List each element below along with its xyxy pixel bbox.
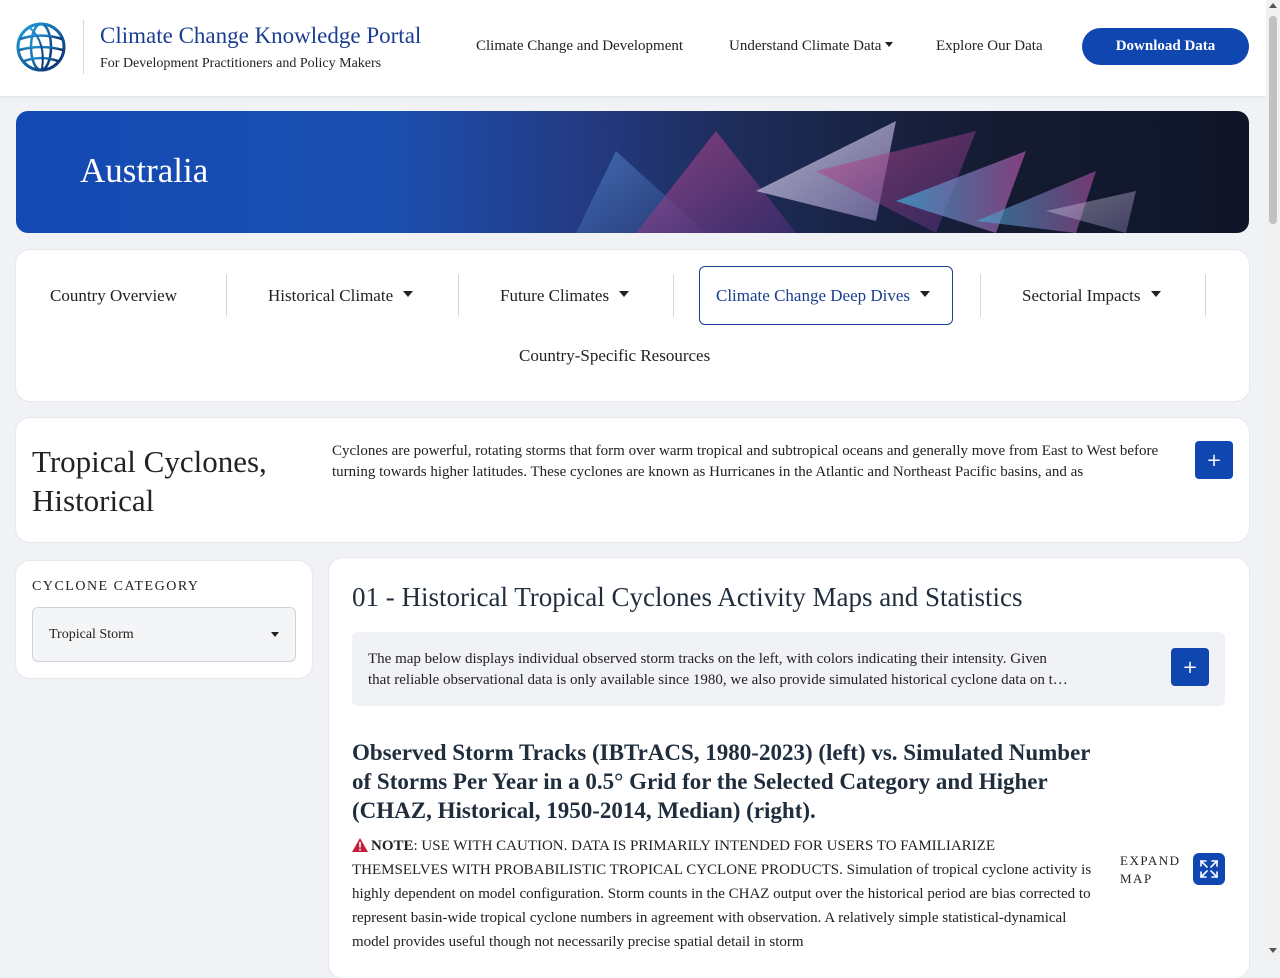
- tab-label: Country Overview: [50, 286, 178, 305]
- nav-label: Climate Change and Development: [476, 38, 684, 54]
- tab-divider: [226, 274, 227, 317]
- scroll-up-arrow-icon[interactable]: [1269, 3, 1277, 8]
- info-line: The map below displays individual observ…: [368, 651, 1047, 667]
- country-title: Australia: [80, 151, 209, 190]
- site-header: Climate Change Knowledge Portal For Deve…: [0, 0, 1266, 96]
- site-title[interactable]: Climate Change Knowledge Portal: [100, 23, 421, 49]
- caret-down-icon: [885, 42, 894, 48]
- expand-map-label[interactable]: EXPAND MAP: [1120, 852, 1180, 888]
- intro-description: Cyclones are powerful, rotating storms t…: [332, 443, 1159, 480]
- plus-icon: +: [1206, 449, 1222, 471]
- caret-down-icon: [1150, 291, 1161, 297]
- map-subheading: Observed Storm Tracks (IBTrACS, 1980-202…: [352, 740, 1091, 823]
- tab-label: Country-Specific Resources: [519, 346, 711, 365]
- caret-down-icon: [403, 291, 414, 297]
- select-value: Tropical Storm: [49, 627, 134, 642]
- tab-label: Sectorial Impacts: [1022, 286, 1141, 305]
- download-data-button[interactable]: Download Data: [1082, 28, 1249, 65]
- page-scrollbar[interactable]: [1266, 0, 1280, 960]
- nav-label: Understand Climate Data: [729, 38, 882, 54]
- tab-label: Climate Change Deep Dives: [716, 286, 911, 305]
- tab-country-specific-resources[interactable]: Country-Specific Resources: [519, 346, 710, 366]
- cyclone-category-filter-card: CYCLONE CATEGORY Tropical Storm: [16, 561, 312, 678]
- logo-divider: [83, 20, 84, 74]
- section-info-text: The map below displays individual observ…: [368, 649, 1120, 691]
- info-line: that reliable observational data is only…: [368, 672, 1068, 688]
- activity-maps-card: 01 - Historical Tropical Cyclones Activi…: [329, 558, 1249, 978]
- cyclone-category-select[interactable]: Tropical Storm: [32, 607, 296, 662]
- nav-understand-climate-data[interactable]: Understand Climate Data: [729, 38, 894, 55]
- tab-divider: [673, 274, 674, 317]
- plus-icon: +: [1182, 656, 1198, 678]
- page-title: Tropical Cyclones, Historical: [32, 444, 267, 518]
- nav-climate-change-development[interactable]: Climate Change and Development: [476, 38, 683, 55]
- tab-divider: [458, 274, 459, 317]
- caret-down-icon: [271, 632, 279, 637]
- topic-intro-card: Tropical Cyclones, Historical Cyclones a…: [16, 418, 1249, 542]
- expand-intro-button[interactable]: +: [1195, 441, 1233, 479]
- site-subtitle: For Development Practitioners and Policy…: [100, 56, 382, 71]
- tab-label: Future Climates: [500, 286, 610, 305]
- cyclone-category-label: CYCLONE CATEGORY: [32, 579, 200, 594]
- caret-down-icon: [920, 291, 931, 297]
- tab-divider: [980, 274, 981, 317]
- tab-historical-climate[interactable]: Historical Climate: [268, 286, 414, 306]
- expand-map-button[interactable]: [1193, 853, 1225, 885]
- country-tabs-card: Country Overview Historical Climate Futu…: [16, 250, 1249, 401]
- tab-climate-change-deep-dives[interactable]: Climate Change Deep Dives: [716, 286, 931, 306]
- tab-label: Historical Climate: [268, 286, 394, 305]
- caret-down-icon: [619, 291, 630, 297]
- tab-sectorial-impacts[interactable]: Sectorial Impacts: [1022, 286, 1161, 306]
- caution-note: NOTE: USE WITH CAUTION. DATA IS PRIMARIL…: [352, 834, 1092, 954]
- warning-triangle-icon: [352, 837, 368, 852]
- country-hero-banner: Australia: [16, 111, 1249, 233]
- tab-divider: [1205, 274, 1206, 317]
- expand-info-button[interactable]: +: [1171, 648, 1209, 686]
- expand-arrows-icon: [1200, 860, 1218, 878]
- section-info-box: The map below displays individual observ…: [352, 632, 1225, 706]
- scroll-down-arrow-icon[interactable]: [1269, 948, 1277, 953]
- nav-label: Explore Our Data: [936, 38, 1043, 54]
- note-text: : USE WITH CAUTION. DATA IS PRIMARILY IN…: [352, 838, 1092, 950]
- section-title: 01 - Historical Tropical Cyclones Activi…: [352, 582, 1023, 612]
- note-label: NOTE: [371, 838, 414, 854]
- scroll-thumb[interactable]: [1269, 16, 1277, 224]
- world-bank-globe-icon[interactable]: [16, 22, 66, 72]
- tab-future-climates[interactable]: Future Climates: [500, 286, 630, 306]
- nav-explore-our-data[interactable]: Explore Our Data: [936, 38, 1043, 55]
- tab-country-overview[interactable]: Country Overview: [50, 286, 177, 306]
